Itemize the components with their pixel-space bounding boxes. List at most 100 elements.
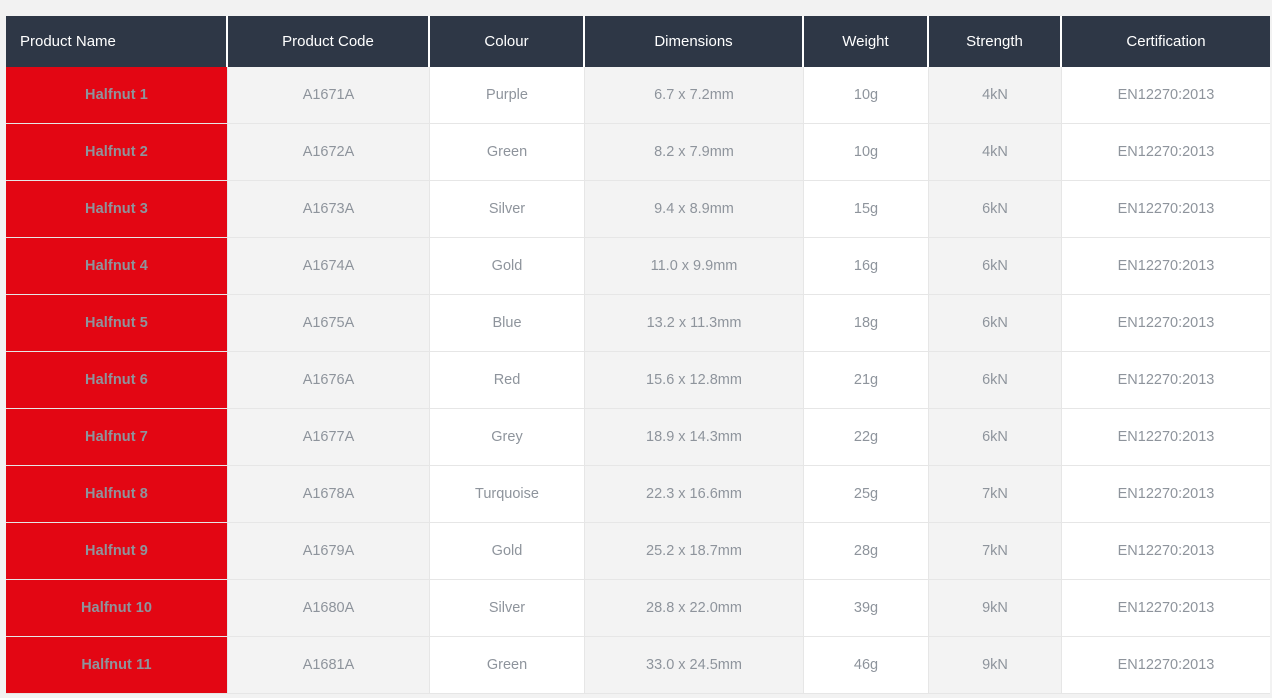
cell-colour: Grey <box>430 409 585 466</box>
cell-product-code: A1679A <box>228 523 430 580</box>
cell-dimensions: 11.0 x 9.9mm <box>585 238 804 295</box>
column-header-product-code[interactable]: Product Code <box>228 16 430 67</box>
cell-certification: EN12270:2013 <box>1062 295 1270 352</box>
cell-strength: 6kN <box>929 238 1062 295</box>
table-row: Halfnut 4 A1674A Gold 11.0 x 9.9mm 16g 6kN EN1… <box>6 238 1270 295</box>
product-name-cell[interactable]: Halfnut 11 <box>6 637 228 694</box>
cell-strength: 6kN <box>929 352 1062 409</box>
column-header-colour[interactable]: Colour <box>430 16 585 67</box>
column-header-product-name[interactable]: Product Name <box>6 16 228 67</box>
cell-colour: Gold <box>430 238 585 295</box>
cell-dimensions: 25.2 x 18.7mm <box>585 523 804 580</box>
cell-colour: Blue <box>430 295 585 352</box>
cell-strength: 6kN <box>929 181 1062 238</box>
cell-certification: EN12270:2013 <box>1062 124 1270 181</box>
table-row: Halfnut 3 A1673A Silver 9.4 x 8.9mm 15g 6kN EN… <box>6 181 1270 238</box>
cell-strength: 6kN <box>929 409 1062 466</box>
table-row: Halfnut 10 A1680A Silver 28.8 x 22.0mm 39g 9k… <box>6 580 1270 637</box>
cell-weight: 21g <box>804 352 929 409</box>
cell-product-code: A1676A <box>228 352 430 409</box>
cell-weight: 10g <box>804 124 929 181</box>
table-header-row: Product Name Product Code Colour Dimensions… <box>6 16 1270 67</box>
product-name-cell[interactable]: Halfnut 3 <box>6 181 228 238</box>
cell-product-code: A1675A <box>228 295 430 352</box>
cell-strength: 4kN <box>929 124 1062 181</box>
cell-certification: EN12270:2013 <box>1062 352 1270 409</box>
table-row: Halfnut 5 A1675A Blue 13.2 x 11.3mm 18g 6kN EN… <box>6 295 1270 352</box>
cell-product-code: A1674A <box>228 238 430 295</box>
cell-weight: 39g <box>804 580 929 637</box>
table-body: Halfnut 1 A1671A Purple 6.7 x 7.2mm 10g 4kN EN… <box>6 67 1270 694</box>
column-header-dimensions[interactable]: Dimensions <box>585 16 804 67</box>
cell-certification: EN12270:2013 <box>1062 580 1270 637</box>
cell-colour: Green <box>430 124 585 181</box>
column-header-strength[interactable]: Strength <box>929 16 1062 67</box>
column-header-weight[interactable]: Weight <box>804 16 929 67</box>
product-name-cell[interactable]: Halfnut 6 <box>6 352 228 409</box>
cell-certification: EN12270:2013 <box>1062 637 1270 694</box>
cell-weight: 18g <box>804 295 929 352</box>
cell-weight: 22g <box>804 409 929 466</box>
cell-strength: 4kN <box>929 67 1062 124</box>
cell-strength: 9kN <box>929 637 1062 694</box>
table-row: Halfnut 8 A1678A Turquoise 22.3 x 16.6mm 25g… <box>6 466 1270 523</box>
product-name-cell[interactable]: Halfnut 2 <box>6 124 228 181</box>
product-specification-table: Product Name Product Code Colour Dimensions… <box>6 16 1270 694</box>
product-table-scroll-region[interactable]: Product Name Product Code Colour Dimensions… <box>6 16 1272 698</box>
cell-certification: EN12270:2013 <box>1062 67 1270 124</box>
cell-dimensions: 18.9 x 14.3mm <box>585 409 804 466</box>
cell-product-code: A1672A <box>228 124 430 181</box>
cell-product-code: A1681A <box>228 637 430 694</box>
cell-product-code: A1680A <box>228 580 430 637</box>
table-row: Halfnut 6 A1676A Red 15.6 x 12.8mm 21g 6kN EN1… <box>6 352 1270 409</box>
cell-dimensions: 13.2 x 11.3mm <box>585 295 804 352</box>
column-header-certification[interactable]: Certification <box>1062 16 1270 67</box>
cell-certification: EN12270:2013 <box>1062 181 1270 238</box>
cell-weight: 15g <box>804 181 929 238</box>
cell-weight: 28g <box>804 523 929 580</box>
cell-strength: 7kN <box>929 523 1062 580</box>
cell-dimensions: 28.8 x 22.0mm <box>585 580 804 637</box>
cell-colour: Turquoise <box>430 466 585 523</box>
cell-colour: Silver <box>430 580 585 637</box>
cell-colour: Purple <box>430 67 585 124</box>
product-name-cell[interactable]: Halfnut 8 <box>6 466 228 523</box>
table-row: Halfnut 1 A1671A Purple 6.7 x 7.2mm 10g 4kN EN… <box>6 67 1270 124</box>
cell-strength: 9kN <box>929 580 1062 637</box>
table-row: Halfnut 9 A1679A Gold 25.2 x 18.7mm 28g 7kN EN… <box>6 523 1270 580</box>
cell-certification: EN12270:2013 <box>1062 466 1270 523</box>
cell-weight: 46g <box>804 637 929 694</box>
cell-colour: Green <box>430 637 585 694</box>
product-name-cell[interactable]: Halfnut 1 <box>6 67 228 124</box>
cell-strength: 6kN <box>929 295 1062 352</box>
cell-dimensions: 15.6 x 12.8mm <box>585 352 804 409</box>
product-name-cell[interactable]: Halfnut 7 <box>6 409 228 466</box>
cell-strength: 7kN <box>929 466 1062 523</box>
cell-dimensions: 33.0 x 24.5mm <box>585 637 804 694</box>
cell-weight: 25g <box>804 466 929 523</box>
cell-certification: EN12270:2013 <box>1062 523 1270 580</box>
table-header: Product Name Product Code Colour Dimensions… <box>6 16 1270 67</box>
cell-product-code: A1673A <box>228 181 430 238</box>
cell-dimensions: 8.2 x 7.9mm <box>585 124 804 181</box>
cell-certification: EN12270:2013 <box>1062 238 1270 295</box>
cell-dimensions: 9.4 x 8.9mm <box>585 181 804 238</box>
cell-colour: Silver <box>430 181 585 238</box>
cell-certification: EN12270:2013 <box>1062 409 1270 466</box>
cell-colour: Red <box>430 352 585 409</box>
cell-dimensions: 6.7 x 7.2mm <box>585 67 804 124</box>
product-name-cell[interactable]: Halfnut 5 <box>6 295 228 352</box>
cell-product-code: A1678A <box>228 466 430 523</box>
cell-colour: Gold <box>430 523 585 580</box>
page-container: Product Name Product Code Colour Dimensions… <box>0 0 1272 698</box>
table-row: Halfnut 11 A1681A Green 33.0 x 24.5mm 46g 9kN… <box>6 637 1270 694</box>
product-name-cell[interactable]: Halfnut 10 <box>6 580 228 637</box>
table-row: Halfnut 2 A1672A Green 8.2 x 7.9mm 10g 4kN EN1… <box>6 124 1270 181</box>
product-name-cell[interactable]: Halfnut 9 <box>6 523 228 580</box>
cell-weight: 16g <box>804 238 929 295</box>
cell-product-code: A1677A <box>228 409 430 466</box>
cell-weight: 10g <box>804 67 929 124</box>
table-row: Halfnut 7 A1677A Grey 18.9 x 14.3mm 22g 6kN EN… <box>6 409 1270 466</box>
product-name-cell[interactable]: Halfnut 4 <box>6 238 228 295</box>
cell-product-code: A1671A <box>228 67 430 124</box>
